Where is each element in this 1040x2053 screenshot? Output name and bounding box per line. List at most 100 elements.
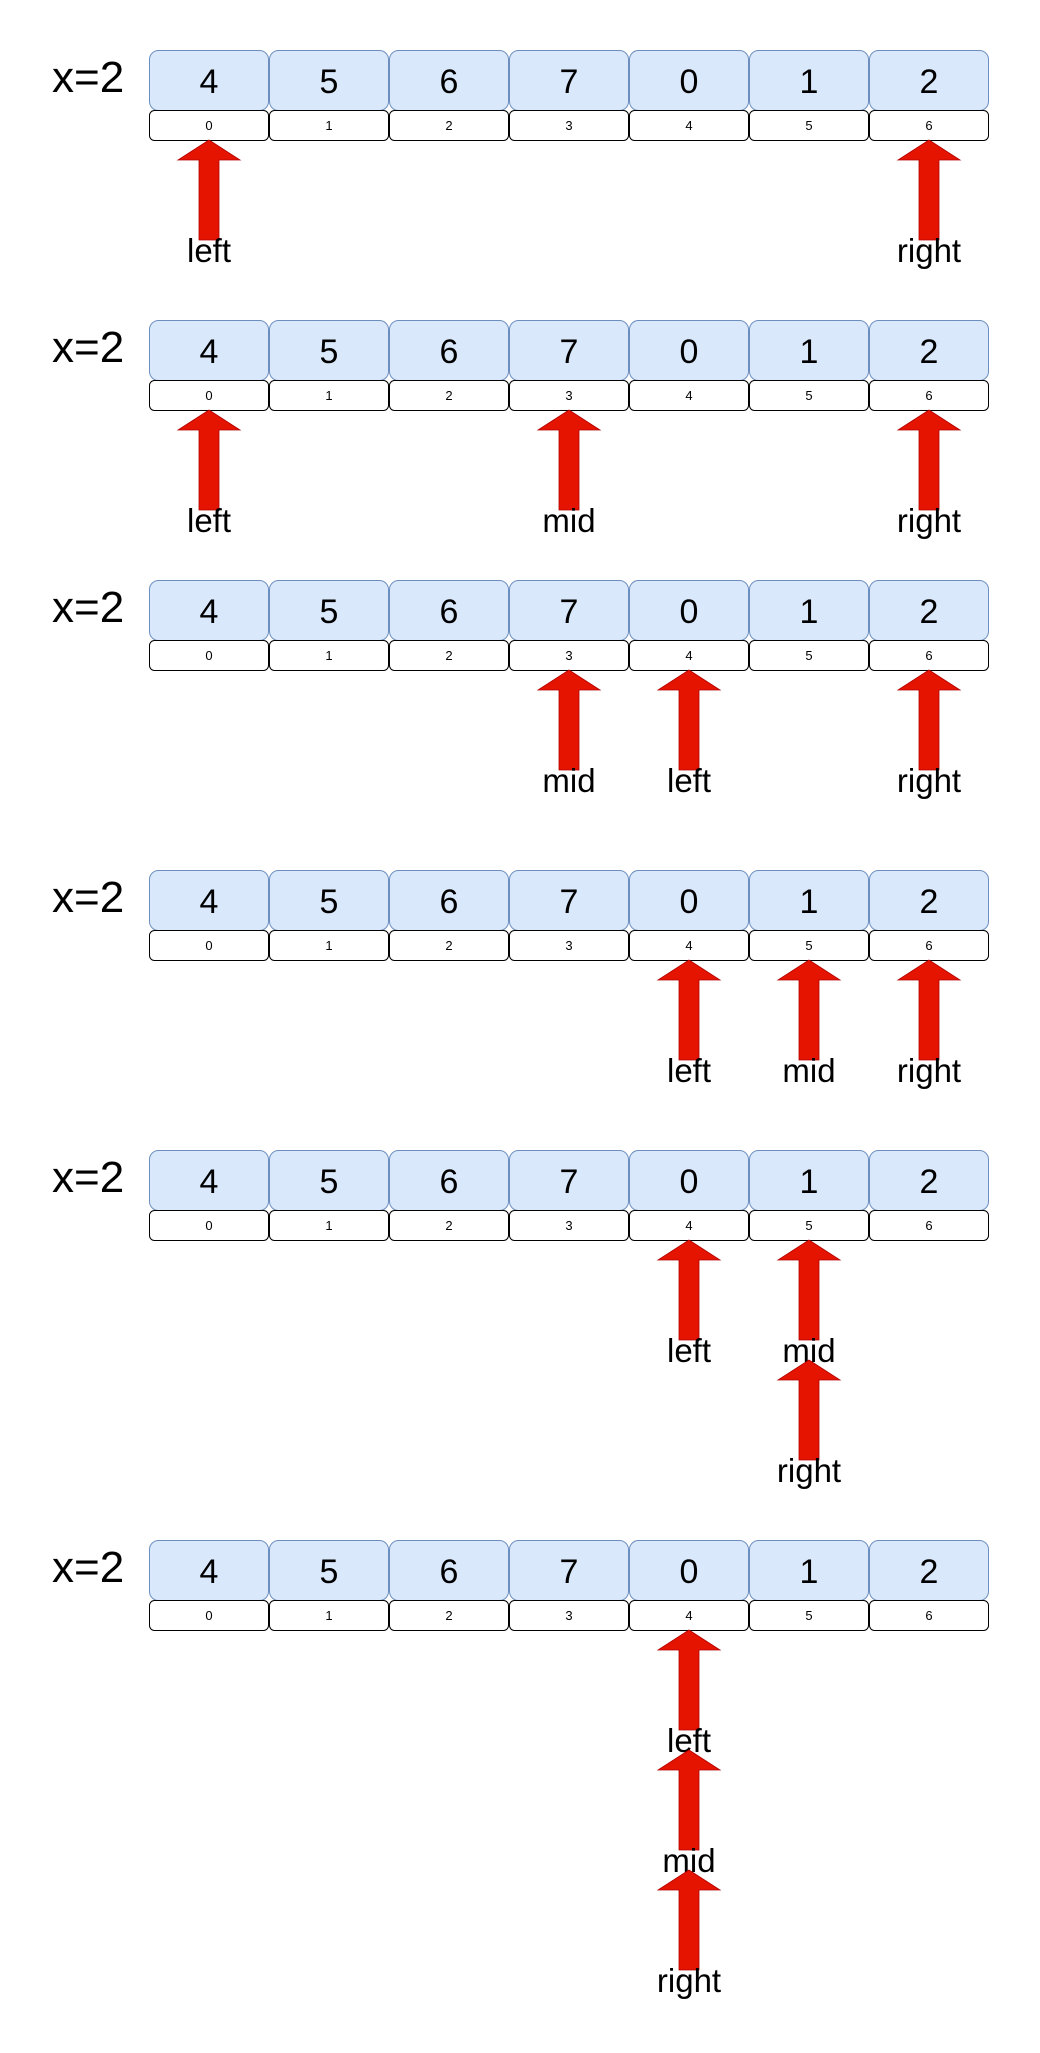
cell-index: 0 [205,388,212,403]
step-5: x=2 40516273041526left midright [52,1150,989,1489]
target-label: x=2 [52,873,124,922]
pointer-label: right [657,1962,721,1999]
target-label: x=2 [52,583,124,632]
up-arrow-icon [896,959,962,1061]
up-arrow-icon [656,959,722,1061]
binary-search-diagram: x=2 40516273041526left rightx=2 40516273041… [52,50,989,1999]
cell-index: 4 [685,648,692,663]
step-3: x=2 40516273041526mid left right [52,580,989,799]
array-cell: 62 [389,1150,509,1241]
cell-index: 4 [685,118,692,133]
cell-value: 1 [800,883,819,921]
cell-value: 4 [200,883,219,921]
array-cell: 62 [389,1540,509,1631]
array-cell: 04 [629,870,749,961]
array-cell: 51 [269,50,389,141]
pointer-label: left [187,232,231,269]
target-label: x=2 [52,323,124,372]
pointer-left: left [176,139,242,269]
pointer-mid: mid [536,669,602,799]
cell-index: 6 [925,118,932,133]
pointer-label: mid [782,1052,835,1089]
cell-value: 6 [440,883,459,921]
cell-value: 4 [200,333,219,371]
up-arrow-icon [896,669,962,771]
array-cell: 51 [269,580,389,671]
array-cell: 73 [509,320,629,411]
cell-value: 7 [560,333,579,371]
cell-index: 3 [565,938,572,953]
cell-index: 3 [565,118,572,133]
array-cell: 04 [629,320,749,411]
cell-value: 7 [560,593,579,631]
cell-index: 3 [565,388,572,403]
cell-index: 6 [925,938,932,953]
pointer-left: left [656,1629,722,1759]
pointer-label: mid [542,762,595,799]
pointer-label: mid [542,502,595,539]
cell-index: 0 [205,1218,212,1233]
array-cell: 73 [509,580,629,671]
cell-index: 3 [565,1608,572,1623]
cell-index: 5 [805,1608,812,1623]
array-row: 40516273041526 [149,320,989,411]
array-cell: 15 [749,1540,869,1631]
cell-index: 0 [205,648,212,663]
up-arrow-icon [536,409,602,511]
array-cell: 04 [629,1150,749,1241]
cell-value: 5 [320,1553,339,1591]
cell-value: 2 [920,883,939,921]
array-row: 40516273041526 [149,1150,989,1241]
target-label: x=2 [52,1153,124,1202]
cell-value: 7 [560,1553,579,1591]
up-arrow-icon [176,409,242,511]
cell-index: 6 [925,1608,932,1623]
cell-index: 6 [925,648,932,663]
array-cell: 73 [509,1540,629,1631]
step-6: x=2 40516273041526leftmidright [52,1540,989,1999]
pointer-left: left [656,959,722,1089]
pointer-right: right [896,409,962,539]
array-cell: 51 [269,320,389,411]
array-cell: 51 [269,870,389,961]
cell-index: 1 [325,118,332,133]
array-cell: 15 [749,320,869,411]
cell-value: 5 [320,1163,339,1201]
up-arrow-icon [896,139,962,241]
cell-value: 7 [560,883,579,921]
cell-index: 1 [325,648,332,663]
array-cell: 15 [749,1150,869,1241]
pointer-label: left [667,762,711,799]
cell-value: 6 [440,333,459,371]
cell-index: 2 [445,648,452,663]
up-arrow-icon [656,1749,722,1851]
cell-value: 2 [920,593,939,631]
cell-value: 1 [800,1163,819,1201]
array-cell: 40 [149,50,269,141]
array-cell: 26 [869,1540,989,1631]
cell-index: 5 [805,1218,812,1233]
pointer-label: left [667,1332,711,1369]
cell-index: 0 [205,1608,212,1623]
pointer-label: left [667,1052,711,1089]
up-arrow-icon [656,1629,722,1731]
cell-value: 2 [920,1553,939,1591]
cell-value: 5 [320,883,339,921]
array-cell: 04 [629,580,749,671]
up-arrow-icon [176,139,242,241]
cell-value: 6 [440,1163,459,1201]
cell-value: 4 [200,63,219,101]
array-cell: 40 [149,870,269,961]
cell-index: 0 [205,118,212,133]
array-cell: 62 [389,870,509,961]
cell-value: 5 [320,593,339,631]
pointer-right: right [776,1359,842,1489]
up-arrow-icon [776,1239,842,1341]
cell-value: 6 [440,1553,459,1591]
cell-index: 1 [325,1218,332,1233]
cell-value: 4 [200,593,219,631]
array-cell: 26 [869,50,989,141]
cell-index: 2 [445,1608,452,1623]
pointer-label: left [187,502,231,539]
array-cell: 62 [389,50,509,141]
